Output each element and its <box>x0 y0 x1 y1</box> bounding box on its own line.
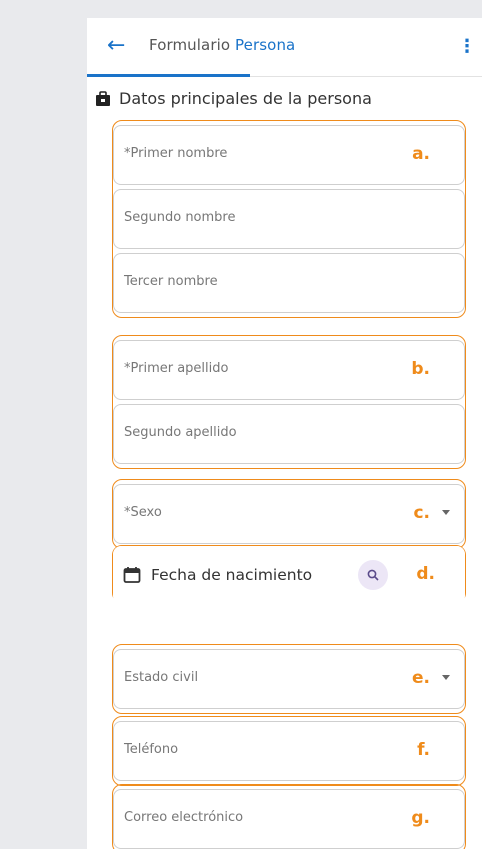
group-birthdate: Fecha de nacimiento d. <box>112 545 466 604</box>
segundo-nombre-field[interactable]: Segundo nombre <box>113 189 465 249</box>
primer-apellido-field[interactable]: *Primer apellido b. <box>113 340 465 400</box>
annotation-tag: g. <box>411 808 430 828</box>
group-names: *Primer nombre a. Segundo nombre Tercer … <box>112 120 466 318</box>
page-title: Formulario Persona <box>149 36 296 54</box>
annotation-tag: e. <box>412 668 430 688</box>
fecha-nacimiento-field[interactable]: Fecha de nacimiento d. <box>113 546 465 604</box>
phone-screen: ← Formulario Persona ⋮ Datos principales… <box>87 18 482 849</box>
calendar-icon <box>123 567 141 583</box>
chevron-down-icon <box>442 510 450 515</box>
sexo-select[interactable]: *Sexo c. <box>113 484 465 544</box>
app-bar: ← Formulario Persona ⋮ <box>87 18 482 77</box>
group-email: Correo electrónico g. <box>112 784 466 849</box>
annotation-tag: f. <box>417 740 430 760</box>
active-tab-indicator <box>87 74 250 77</box>
annotation-tag: c. <box>413 503 430 523</box>
search-icon <box>367 569 379 581</box>
telefono-field[interactable]: Teléfono f. <box>113 721 465 781</box>
annotation-tag: d. <box>416 564 435 584</box>
section-title: Datos principales de la persona <box>119 89 372 108</box>
back-arrow-icon[interactable]: ← <box>107 32 125 60</box>
search-button[interactable] <box>358 560 388 590</box>
primer-nombre-field[interactable]: *Primer nombre a. <box>113 125 465 185</box>
chevron-down-icon <box>442 675 450 680</box>
briefcase-icon <box>96 90 110 106</box>
group-civil-status: Estado civil e. <box>112 644 466 714</box>
annotation-tag: a. <box>412 144 430 164</box>
section-header: Datos principales de la persona <box>95 89 372 108</box>
kebab-menu-icon[interactable]: ⋮ <box>458 36 476 57</box>
segundo-apellido-field[interactable]: Segundo apellido <box>113 404 465 464</box>
estado-civil-select[interactable]: Estado civil e. <box>113 649 465 709</box>
correo-field[interactable]: Correo electrónico g. <box>113 789 465 849</box>
group-surnames: *Primer apellido b. Segundo apellido <box>112 335 466 469</box>
tercer-nombre-field[interactable]: Tercer nombre <box>113 253 465 313</box>
annotation-tag: b. <box>411 359 430 379</box>
group-phone: Teléfono f. <box>112 716 466 786</box>
group-sex: *Sexo c. <box>112 479 466 549</box>
